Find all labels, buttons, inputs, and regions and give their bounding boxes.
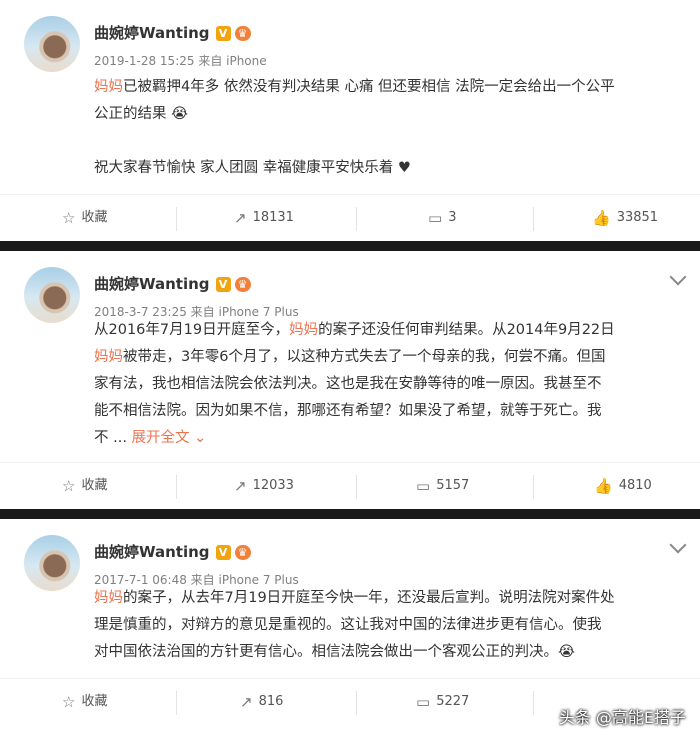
favorite-button[interactable]: ☆ 收藏 — [62, 463, 107, 509]
mention-mom: 妈妈 — [94, 79, 123, 95]
favorite-label: 收藏 — [81, 478, 108, 493]
comment-count: 5227 — [436, 694, 470, 709]
text-line: 妈妈被带走，3年零6个月了，以这种方式失去了一个母亲的我，何尝不痛。但国 — [94, 344, 686, 371]
text-line — [94, 128, 686, 155]
star-icon: ☆ — [62, 477, 76, 495]
weibo-post-1: 曲婉婷Wanting V ♛ 2019-1-28 15:25 来自 iPhone 妈… — [0, 0, 700, 241]
divider — [356, 207, 357, 231]
thumbs-up-icon: 👍 — [592, 209, 611, 227]
repost-count: 18131 — [252, 210, 294, 225]
user-name-text[interactable]: 曲婉婷Wanting — [94, 543, 210, 561]
favorite-button[interactable]: ☆ 收藏 — [62, 679, 107, 725]
post-meta: 2019-1-28 15:25 来自 iPhone — [94, 54, 267, 68]
text-segment: 家有法，我也相信法院会依法判决。这也是我在安静等待的唯一原因。我甚至不 — [94, 376, 602, 392]
comment-count: 5157 — [436, 478, 470, 493]
post-meta: 2018-3-7 23:25 来自 iPhone 7 Plus — [94, 305, 299, 319]
avatar[interactable] — [24, 535, 80, 591]
verified-badge-icon: V — [215, 26, 231, 41]
user-name[interactable]: 曲婉婷Wanting V ♛ — [94, 273, 251, 294]
comment-icon: ▭ — [416, 477, 431, 495]
divider — [356, 475, 357, 499]
watermark: 头条 @高能E搭子 — [558, 708, 686, 727]
comment-icon: ▭ — [416, 693, 431, 711]
text-segment: 祝大家春节愉快 家人团圆 幸福健康平安快乐着 ♥ — [94, 160, 411, 176]
favorite-button[interactable]: ☆ 收藏 — [62, 195, 107, 241]
like-count: 33851 — [616, 210, 659, 225]
text-segment: 理是慎重的，对辩方的意见是重视的。这让我对中国的法律进步更有信心。使我 — [94, 617, 602, 633]
divider — [176, 691, 177, 715]
text-line: 不 ... 展开全文 ⌄ — [94, 425, 686, 452]
user-name[interactable]: 曲婉婷Wanting V ♛ — [94, 22, 251, 43]
mention-mom: 妈妈 — [94, 349, 123, 365]
repost-icon: ↗ — [234, 477, 247, 495]
text-segment: 对中国依法治国的方针更有信心。相信法院会做出一个客观公正的判决。😭 — [94, 644, 575, 660]
verified-badge-icon: V — [215, 277, 231, 292]
comment-icon: ▭ — [428, 209, 443, 227]
text-segment: 公正的结果 😭 — [94, 106, 189, 122]
text-line: 理是慎重的，对辩方的意见是重视的。这让我对中国的法律进步更有信心。使我 — [94, 612, 686, 639]
text-segment: 已被羁押4年多 依然没有判决结果 心痛 但还要相信 法院一定会给出一个公平 — [123, 79, 615, 95]
divider — [176, 475, 177, 499]
comment-button[interactable]: ▭ 5157 — [416, 463, 469, 509]
comment-count: 3 — [448, 210, 457, 225]
text-line: 家有法，我也相信法院会依法判决。这也是我在安静等待的唯一原因。我甚至不 — [94, 371, 686, 398]
favorite-label: 收藏 — [81, 694, 108, 709]
post-separator — [0, 241, 700, 251]
action-bar: ☆ 收藏 ↗ 18131 ▭ 3 👍 33851 — [0, 194, 700, 241]
comment-button[interactable]: ▭ 5227 — [416, 679, 469, 725]
avatar[interactable] — [24, 16, 80, 72]
text-line: 对中国依法治国的方针更有信心。相信法院会做出一个客观公正的判决。😭 — [94, 639, 686, 666]
favorite-label: 收藏 — [81, 210, 108, 225]
divider — [176, 207, 177, 231]
like-button[interactable]: 👍 33851 — [592, 195, 658, 241]
user-name-text[interactable]: 曲婉婷Wanting — [94, 24, 210, 42]
member-hat-icon: ♛ — [234, 545, 251, 560]
repost-count: 12033 — [252, 478, 294, 493]
divider — [533, 691, 534, 715]
like-button[interactable]: 👍 4810 — [594, 463, 652, 509]
repost-icon: ↗ — [234, 209, 247, 227]
thumbs-up-icon: 👍 — [594, 477, 613, 495]
text-segment: 不 ... — [94, 430, 132, 446]
repost-button[interactable]: ↗ 12033 — [234, 463, 294, 509]
post-separator — [0, 509, 700, 519]
text-line: 公正的结果 😭 — [94, 101, 686, 128]
text-segment: 能不相信法院。因为如果不信，那哪还有希望？如果没了希望，就等于死亡。我 — [94, 403, 602, 419]
comment-button[interactable]: ▭ 3 — [428, 195, 456, 241]
star-icon: ☆ — [62, 209, 76, 227]
divider — [533, 475, 534, 499]
post-meta: 2017-7-1 06:48 来自 iPhone 7 Plus — [94, 573, 299, 587]
text-line: 妈妈已被羁押4年多 依然没有判决结果 心痛 但还要相信 法院一定会给出一个公平 — [94, 74, 686, 101]
action-bar: ☆ 收藏 ↗ 12033 ▭ 5157 👍 4810 — [0, 462, 700, 509]
post-text: 从2016年7月19日开庭至今，妈妈的案子还没任何审判结果。从2014年9月22… — [0, 317, 700, 462]
text-segment: 被带走，3年零6个月了，以这种方式失去了一个母亲的我，何尝不痛。但国 — [123, 349, 606, 365]
repost-button[interactable]: ↗ 816 — [240, 679, 283, 725]
divider — [533, 207, 534, 231]
avatar[interactable] — [24, 267, 80, 323]
text-line: 祝大家春节愉快 家人团圆 幸福健康平安快乐着 ♥ — [94, 155, 686, 182]
repost-count: 816 — [258, 694, 284, 709]
verified-badge-icon: V — [215, 545, 231, 560]
member-hat-icon: ♛ — [234, 26, 251, 41]
weibo-post-3: 曲婉婷Wanting V ♛ 2017-7-1 06:48 来自 iPhone 7 … — [0, 519, 700, 736]
post-text: 妈妈已被羁押4年多 依然没有判决结果 心痛 但还要相信 法院一定会给出一个公平 … — [0, 74, 700, 194]
divider — [356, 691, 357, 715]
repost-icon: ↗ — [240, 693, 253, 711]
expand-full-text-link[interactable]: 展开全文 ⌄ — [132, 430, 207, 446]
repost-button[interactable]: ↗ 18131 — [234, 195, 294, 241]
star-icon: ☆ — [62, 693, 76, 711]
user-name[interactable]: 曲婉婷Wanting V ♛ — [94, 541, 251, 562]
like-count: 4810 — [618, 478, 652, 493]
weibo-post-2: 曲婉婷Wanting V ♛ 2018-3-7 23:25 来自 iPhone 7 … — [0, 251, 700, 509]
text-line: 能不相信法院。因为如果不信，那哪还有希望？如果没了希望，就等于死亡。我 — [94, 398, 686, 425]
user-name-text[interactable]: 曲婉婷Wanting — [94, 275, 210, 293]
member-hat-icon: ♛ — [234, 277, 251, 292]
